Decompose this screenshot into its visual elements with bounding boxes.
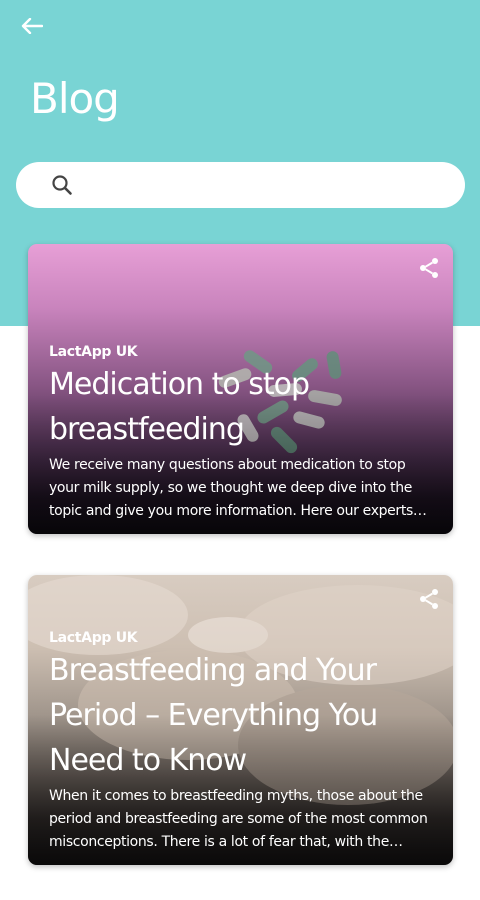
search-input[interactable] (84, 164, 445, 206)
card-excerpt: We receive many questions about medicati… (49, 457, 413, 519)
card-title: Medication to stop breastfeeding (49, 367, 310, 447)
back-button[interactable] (14, 12, 50, 40)
card-source: LactApp UK (49, 630, 138, 646)
card-title: Breastfeeding and Your Period – Everythi… (49, 653, 378, 778)
blog-card-medication[interactable]: LactApp UK Medication to stop breastfeed… (28, 244, 453, 534)
share-button[interactable] (415, 585, 443, 613)
share-icon (420, 258, 438, 278)
search-bar[interactable] (16, 162, 465, 208)
share-icon (420, 589, 438, 609)
share-button[interactable] (415, 254, 443, 282)
search-icon (50, 173, 74, 197)
card-source: LactApp UK (49, 344, 138, 360)
blog-card-period[interactable]: LactApp UK Breastfeeding and Your Period… (28, 575, 453, 865)
arrow-left-icon (21, 18, 43, 34)
card-excerpt: When it comes to breastfeeding myths, th… (49, 788, 428, 850)
card-text: LactApp UK Medication to stop breastfeed… (49, 344, 435, 523)
page-title: Blog (30, 74, 120, 123)
card-text: LactApp UK Breastfeeding and Your Period… (49, 630, 435, 854)
